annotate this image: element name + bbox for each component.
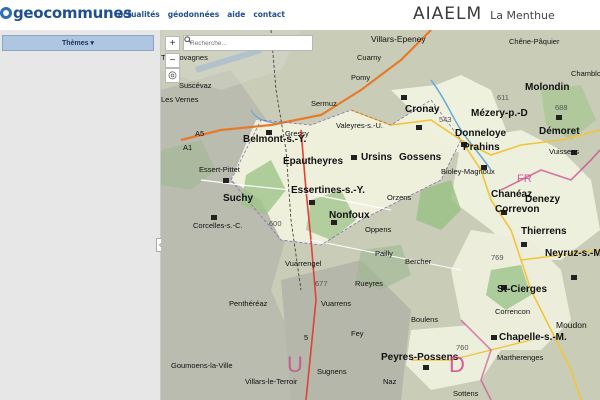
sidebar: Thèmes ▾ bbox=[0, 30, 161, 400]
region-letter-fr: FR bbox=[517, 173, 532, 185]
place-vuarrengel: Vuarrengel bbox=[285, 259, 322, 268]
place-neyruz: Neyruz-s.-M. bbox=[545, 248, 600, 259]
place-molondin: Molondin bbox=[525, 82, 569, 93]
region-letter-d: D bbox=[449, 352, 465, 377]
place-oppens: Oppens bbox=[365, 225, 392, 234]
place-pailly: Pailly bbox=[375, 249, 393, 258]
logo[interactable]: geocommunes bbox=[0, 3, 132, 23]
map-labels: Cronay Donneloye Prahins Ursins Gossens … bbox=[161, 34, 600, 398]
search-box bbox=[183, 35, 313, 51]
region-letter-u: U bbox=[287, 352, 303, 377]
label-611: 611 bbox=[497, 93, 509, 102]
place-essert-pittet: Essert-Pittet bbox=[199, 165, 241, 174]
place-chene-paquier: Chêne-Pâquier bbox=[509, 37, 560, 46]
place-boulens: Boulens bbox=[411, 315, 438, 324]
place-epautheyres: Epautheyres bbox=[283, 156, 343, 167]
locate-button[interactable]: ◎ bbox=[165, 68, 180, 83]
place-rueyres: Rueyres bbox=[355, 279, 383, 288]
place-chamblon: Chamblon bbox=[571, 69, 600, 78]
place-thierrens: Thierrens bbox=[521, 226, 567, 237]
place-peyres-possens: Peyres-Possens bbox=[381, 352, 459, 363]
place-villars-le-terroir: Villars-le-Terroir bbox=[245, 377, 298, 386]
place-suchy: Suchy bbox=[223, 193, 253, 204]
logo-text: geocommunes bbox=[13, 4, 132, 22]
place-suscevaz: Suscévaz bbox=[179, 81, 212, 90]
map-view[interactable]: Cronay Donneloye Prahins Ursins Gossens … bbox=[161, 30, 600, 400]
place-pomy: Pomy bbox=[351, 73, 370, 82]
road-a1: A1 bbox=[183, 143, 192, 152]
brand-title: AIAELM bbox=[413, 4, 483, 24]
label-688: 688 bbox=[555, 103, 568, 112]
place-goumoens: Goumoens-la-Ville bbox=[171, 361, 233, 370]
place-bercher: Bercher bbox=[405, 257, 432, 266]
place-donneloye: Donneloye bbox=[455, 128, 507, 139]
label-677: 677 bbox=[315, 279, 328, 288]
label-769: 769 bbox=[491, 253, 504, 262]
label-543: 543 bbox=[439, 115, 452, 124]
place-les-vernes: Les Vernes bbox=[161, 95, 199, 104]
place-cronay: Cronay bbox=[405, 104, 440, 115]
place-bioley: Bioley-Magnoux bbox=[441, 167, 495, 176]
road-a5: A5 bbox=[195, 129, 204, 138]
place-moudon: Moudon bbox=[556, 320, 587, 330]
search-icon bbox=[184, 36, 192, 44]
place-ursins: Ursins bbox=[361, 152, 393, 163]
top-header: geocommunes actualités géodonnées aide c… bbox=[0, 0, 600, 30]
nav-contact[interactable]: contact bbox=[253, 10, 285, 19]
place-correvon: Correvon bbox=[495, 204, 539, 215]
nav-actualites[interactable]: actualités bbox=[118, 10, 160, 19]
place-prahins: Prahins bbox=[463, 142, 500, 153]
nav-geodonnees[interactable]: géodonnées bbox=[168, 10, 219, 19]
place-fey: Fey bbox=[351, 329, 364, 338]
brand: AIAELM La Menthue bbox=[413, 4, 555, 24]
place-sottens: Sottens bbox=[453, 389, 479, 398]
place-correncon: Correncon bbox=[495, 307, 530, 316]
place-orzens: Orzens bbox=[387, 193, 411, 202]
themes-dropdown-button[interactable]: Thèmes ▾ bbox=[2, 35, 154, 51]
place-st-cierges: St-Cierges bbox=[497, 284, 547, 295]
place-martherenges: Martherenges bbox=[497, 353, 544, 362]
nav-aide[interactable]: aide bbox=[227, 10, 245, 19]
place-vuissens: Vuissens bbox=[549, 147, 579, 156]
road-5: 5 bbox=[304, 333, 308, 342]
place-corcelles: Corcelles-s.-C. bbox=[193, 221, 243, 230]
place-chapelle: Chapelle-s.-M. bbox=[499, 332, 567, 343]
place-naz: Naz bbox=[383, 377, 397, 386]
zoom-in-button[interactable]: + bbox=[165, 36, 180, 51]
search-input[interactable] bbox=[187, 39, 290, 47]
label-760: 760 bbox=[456, 343, 469, 352]
place-nonfoux: Nonfoux bbox=[329, 210, 370, 221]
place-sermuz: Sermuz bbox=[311, 99, 337, 108]
place-denezy: Denezy bbox=[525, 194, 560, 205]
place-cuarny: Cuarny bbox=[357, 53, 381, 62]
label-600: 600 bbox=[269, 219, 282, 228]
main-nav: actualités géodonnées aide contact bbox=[118, 10, 285, 19]
logo-icon bbox=[0, 7, 12, 19]
place-villars-epeney: Villars-Epeney bbox=[371, 34, 426, 44]
zoom-out-button[interactable]: − bbox=[165, 53, 180, 68]
place-gossens: Gossens bbox=[399, 152, 442, 163]
place-essertines: Essertines-s.-Y. bbox=[291, 185, 365, 196]
place-vuarrens: Vuarrens bbox=[321, 299, 351, 308]
place-gressy: Gressy bbox=[285, 129, 309, 138]
brand-subtitle: La Menthue bbox=[490, 9, 555, 22]
place-pentheréaz: Penthéréaz bbox=[229, 299, 268, 308]
place-valeyres: Valeyres-s.-U. bbox=[336, 121, 383, 130]
place-sugnens: Sugnens bbox=[317, 367, 347, 376]
place-mezery: Mézery-p.-D bbox=[471, 108, 528, 119]
place-demoret: Démoret bbox=[539, 126, 580, 137]
